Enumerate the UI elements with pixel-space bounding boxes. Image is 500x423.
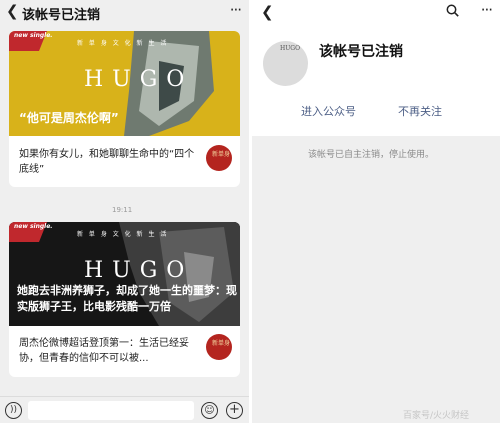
profile-card: ❮ ··· HUGO 该帐号已注销 进入公众号 不再关注 <box>252 0 500 136</box>
article-card[interactable]: new single. 新 单 身 文 化 新 生 活 HUGO “他可是周杰伦… <box>9 31 240 187</box>
message-input[interactable] <box>28 401 194 420</box>
emoji-icon[interactable]: ☺ <box>201 402 218 419</box>
banner-issue-line: 新 单 身 文 化 新 生 活 <box>77 40 169 47</box>
account-status-notice: 该帐号已自主注销，停止使用。 <box>308 150 435 160</box>
account-name: 该帐号已注销 <box>319 44 403 60</box>
message-timestamp: 19:11 <box>112 206 133 214</box>
article-card[interactable]: new single. 新 单 身 文 化 新 生 活 HUGO 她跑去非洲养狮… <box>9 222 240 377</box>
chat-input-bar: )) ☺ + <box>0 396 249 423</box>
article-headline: 她跑去非洲养狮子，却成了她一生的噩梦：现实版狮子王，比电影残酷一万倍 <box>17 284 237 313</box>
article-thumbnail: 新单身 <box>206 145 232 171</box>
chat-header: ❮ 该帐号已注销 ··· <box>0 0 249 24</box>
article-headline: “他可是周杰伦啊” <box>19 111 119 125</box>
back-icon[interactable]: ❮ <box>6 3 19 19</box>
article-banner: new single. 新 单 身 文 化 新 生 活 HUGO “他可是周杰伦… <box>9 31 240 136</box>
back-icon[interactable]: ❮ <box>261 3 274 21</box>
profile-pane: ❮ ··· HUGO 该帐号已注销 进入公众号 不再关注 该帐号已自主注销，停止… <box>252 0 500 423</box>
unfollow-button[interactable]: 不再关注 <box>398 103 442 119</box>
thumbnail-text: 新单身 <box>212 151 231 158</box>
avatar-logo-text: HUGO <box>280 45 301 52</box>
more-icon[interactable]: ··· <box>230 1 242 19</box>
banner-logo: HUGO <box>84 67 194 92</box>
chat-title: 该帐号已注销 <box>22 8 101 23</box>
enter-account-button[interactable]: 进入公众号 <box>301 103 356 119</box>
article-thumbnail: 新单身 <box>206 334 232 360</box>
banner-logo: HUGO <box>84 258 194 283</box>
tag-label: new single. <box>14 32 53 39</box>
search-icon[interactable] <box>446 4 459 17</box>
voice-icon[interactable]: )) <box>5 402 22 419</box>
more-icon[interactable]: ··· <box>481 1 493 19</box>
thumbnail-text: 新单身 <box>212 340 231 347</box>
banner-issue-line: 新 单 身 文 化 新 生 活 <box>77 231 169 238</box>
plus-icon[interactable]: + <box>226 402 243 419</box>
tag-label: new single. <box>14 223 53 230</box>
source-watermark: 百家号/火火财经 <box>403 411 470 421</box>
article-banner: new single. 新 单 身 文 化 新 生 活 HUGO 她跑去非洲养狮… <box>9 222 240 326</box>
avatar: HUGO <box>263 41 308 86</box>
chat-pane: ❮ 该帐号已注销 ··· new single. 新 单 身 文 化 新 生 活… <box>0 0 249 423</box>
article-summary: 周杰伦微博超话登顶第一：生活已经妥协，但青春的信仰不可以被... <box>19 338 189 364</box>
article-summary: 如果你有女儿，和她聊聊生命中的“四个底线” <box>19 149 195 175</box>
